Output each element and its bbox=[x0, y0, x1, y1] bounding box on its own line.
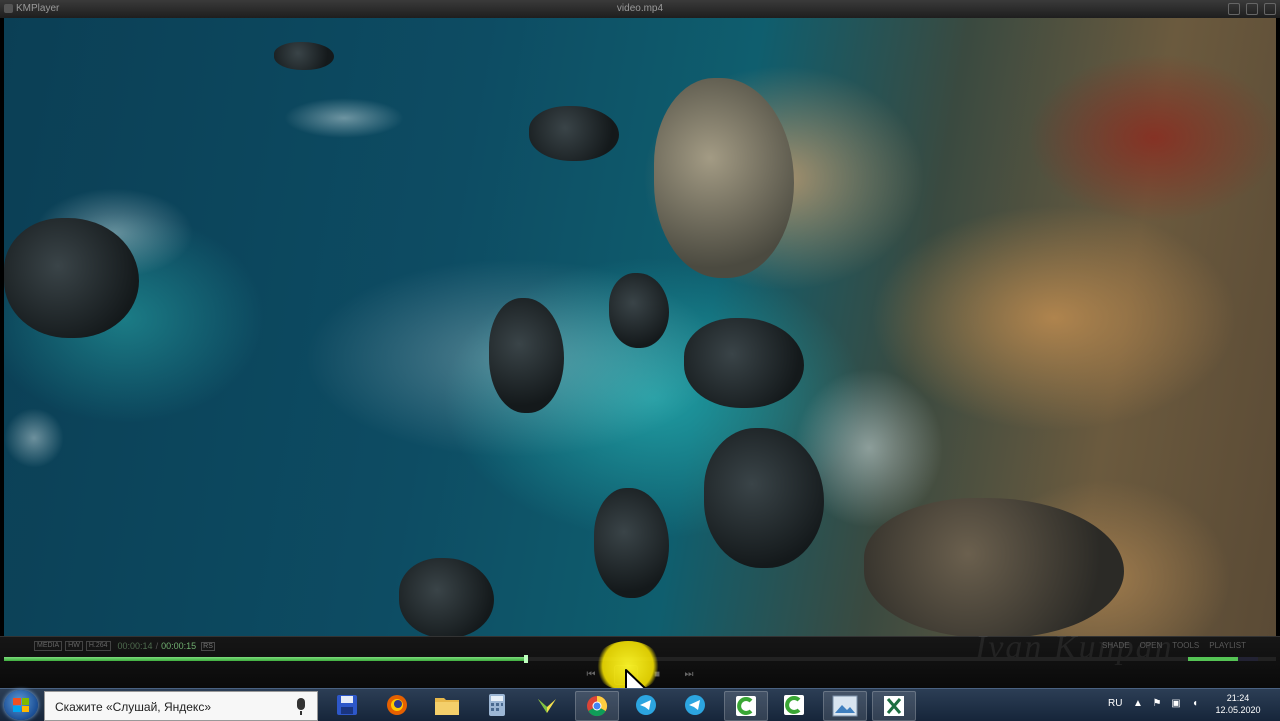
search-box[interactable]: Скажите «Слушай, Яндекс» bbox=[44, 691, 318, 721]
window-buttons bbox=[1228, 3, 1276, 15]
file-title: video.mp4 bbox=[616, 3, 664, 14]
start-button[interactable] bbox=[4, 690, 38, 720]
clock[interactable]: 21:24 12.05.2020 bbox=[1206, 692, 1270, 716]
file-explorer-icon[interactable] bbox=[426, 691, 468, 719]
cliff bbox=[864, 498, 1124, 636]
windows-icon bbox=[13, 698, 29, 712]
clock-date: 12.05.2020 bbox=[1215, 705, 1261, 715]
status-left: MEDIA HW H.264 00:00:14 / 00:00:15 RS bbox=[34, 641, 215, 651]
status-tag[interactable]: H.264 bbox=[85, 641, 111, 651]
time-total: 00:00:15 bbox=[161, 641, 197, 651]
chevron-up-icon[interactable]: ▲ bbox=[1133, 699, 1143, 709]
status-tag[interactable]: HW bbox=[65, 641, 83, 651]
rock bbox=[4, 218, 139, 338]
language-indicator[interactable]: RU bbox=[1108, 698, 1122, 709]
telegram-icon[interactable] bbox=[625, 691, 667, 719]
video-frame[interactable] bbox=[4, 18, 1276, 636]
clock-time: 21:24 bbox=[1226, 693, 1250, 703]
tools-button[interactable]: TOOLS bbox=[1172, 641, 1199, 650]
network-icon[interactable]: ▣ bbox=[1171, 699, 1181, 709]
minimize-icon[interactable] bbox=[1228, 3, 1240, 15]
rock bbox=[489, 298, 564, 413]
shade-button[interactable]: SHADE bbox=[1102, 641, 1130, 650]
flag-icon[interactable]: ⚑ bbox=[1152, 699, 1162, 709]
rock bbox=[274, 42, 334, 70]
rock bbox=[609, 273, 669, 348]
firefox-icon[interactable] bbox=[376, 691, 418, 719]
seek-thumb[interactable] bbox=[523, 655, 528, 663]
rock bbox=[529, 106, 619, 161]
camtasia-icon[interactable] bbox=[724, 691, 768, 721]
status-tag[interactable]: MEDIA bbox=[34, 641, 63, 651]
cliff bbox=[654, 78, 794, 278]
title-bar: KMPlayer video.mp4 bbox=[0, 0, 1280, 18]
image-viewer-icon[interactable] bbox=[823, 691, 867, 721]
rock bbox=[399, 558, 494, 636]
volume-level bbox=[1188, 657, 1239, 661]
sea-foam bbox=[4, 408, 64, 468]
volume-icon[interactable]: ◖ bbox=[1190, 699, 1200, 709]
open-button[interactable]: OPEN bbox=[1140, 641, 1163, 650]
time-separator: / bbox=[155, 641, 159, 651]
next-icon[interactable]: ⏭ bbox=[682, 669, 696, 681]
search-placeholder: Скажите «Слушай, Яндекс» bbox=[55, 700, 211, 714]
chrome-icon[interactable] bbox=[575, 691, 619, 721]
yandex-icon[interactable] bbox=[526, 691, 568, 719]
time-current: 00:00:14 bbox=[117, 641, 153, 651]
calculator-icon[interactable] bbox=[476, 691, 518, 719]
telegram-icon[interactable] bbox=[674, 691, 716, 719]
camtasia-icon[interactable] bbox=[773, 691, 815, 719]
rock bbox=[684, 318, 804, 408]
volume-bar[interactable] bbox=[1188, 657, 1258, 661]
maximize-icon[interactable] bbox=[1246, 3, 1258, 15]
rs-badge[interactable]: RS bbox=[201, 641, 215, 651]
save-icon[interactable] bbox=[326, 691, 368, 719]
rock bbox=[594, 488, 669, 598]
seek-progress bbox=[4, 657, 526, 661]
close-icon[interactable] bbox=[1264, 3, 1276, 15]
rock bbox=[704, 428, 824, 568]
microphone-icon[interactable] bbox=[297, 698, 305, 715]
excel-icon[interactable] bbox=[872, 691, 916, 721]
sea-foam bbox=[284, 98, 404, 138]
status-right-menu: SHADE OPEN TOOLS PLAYLIST bbox=[1102, 641, 1246, 650]
playlist-button[interactable]: PLAYLIST bbox=[1209, 641, 1246, 650]
taskbar: Скажите «Слушай, Яндекс» RU ▲ ⚑ ▣ ◖ 21:2… bbox=[0, 688, 1280, 721]
